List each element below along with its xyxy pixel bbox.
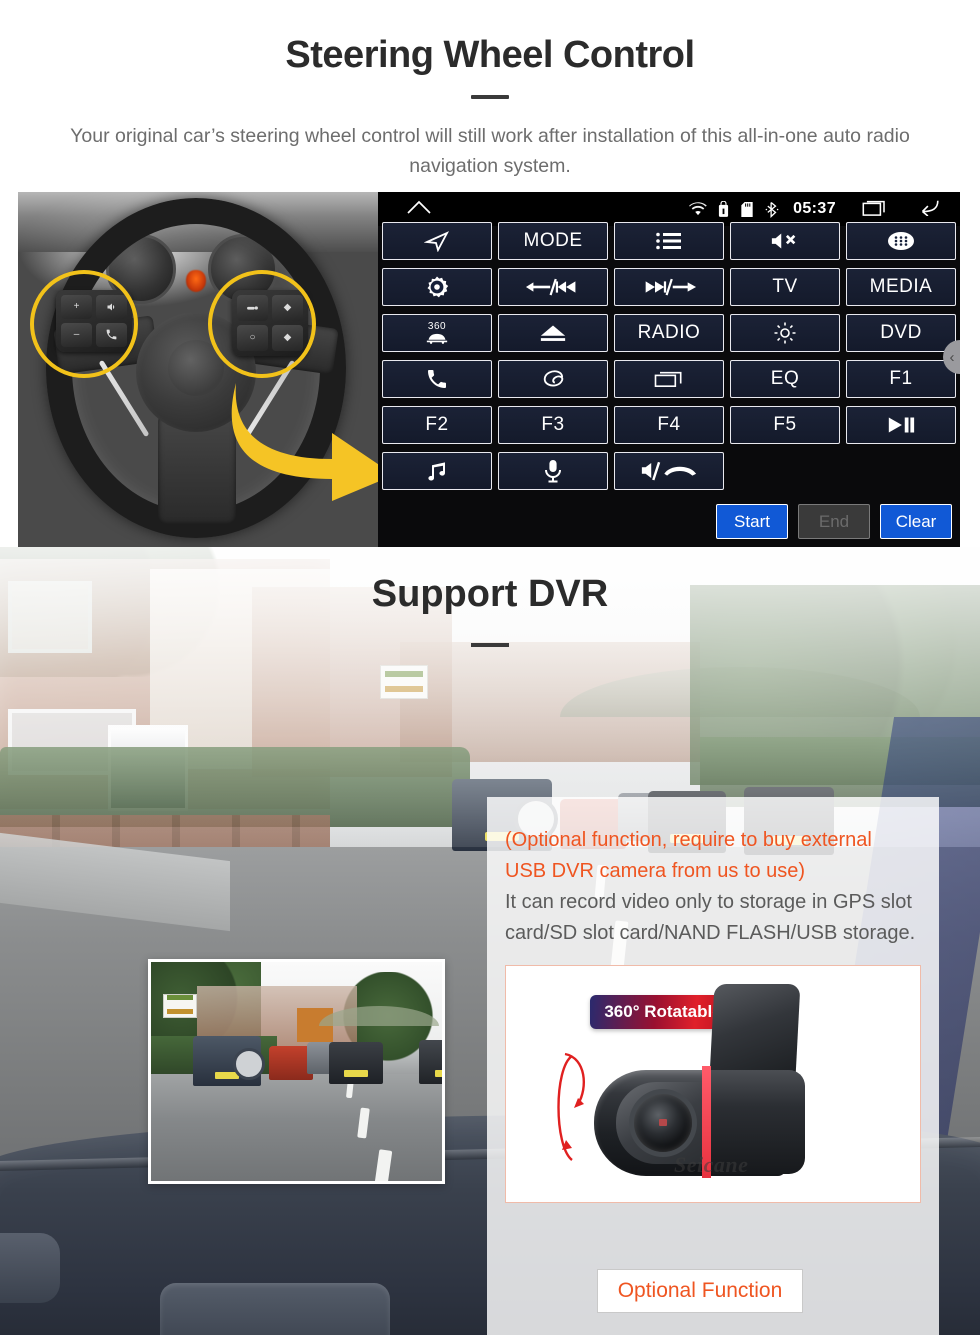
wifi-icon bbox=[689, 202, 707, 216]
grid-button-brightness[interactable] bbox=[730, 314, 840, 352]
dvr-section: Support DVR (Optional function, require … bbox=[0, 547, 980, 1335]
list-icon bbox=[656, 232, 681, 250]
dvr-description: It can record video only to storage in G… bbox=[505, 891, 916, 944]
screen-window-icon bbox=[654, 371, 682, 388]
swirl-icon bbox=[543, 370, 564, 387]
microphone-icon bbox=[545, 460, 561, 483]
grid-button-f5[interactable]: F5 bbox=[730, 406, 840, 444]
recents-icon[interactable] bbox=[862, 198, 888, 221]
head-unit-screen: 05:37 MODE TV MEDIA 360 RADIO DVD EQ F1 … bbox=[378, 192, 960, 547]
dvr-text-block: (Optional function, require to buy exter… bbox=[487, 797, 939, 949]
music-note-icon bbox=[428, 462, 445, 481]
car-360-icon: 360 bbox=[424, 322, 450, 344]
curved-arrow-icon bbox=[231, 383, 378, 501]
optional-function-button[interactable]: Optional Function bbox=[597, 1269, 803, 1313]
swc-media-band: + – ◆ ○ ◆ 05:37 MODE TV MEDIA 360 RADIO … bbox=[0, 192, 980, 547]
grid-button-eject[interactable] bbox=[498, 314, 608, 352]
grid-button-play-pause[interactable] bbox=[846, 406, 956, 444]
grid-button-phone[interactable] bbox=[382, 360, 492, 398]
previous-track-icon bbox=[525, 278, 576, 296]
volume-hangup-icon bbox=[641, 461, 697, 481]
grid-button-eq[interactable]: EQ bbox=[730, 360, 840, 398]
thumb-black-car bbox=[329, 1042, 383, 1084]
next-track-icon bbox=[645, 278, 697, 296]
grid-button-volume-hangup[interactable] bbox=[614, 452, 724, 490]
grid-button-empty-1 bbox=[730, 452, 840, 490]
bluetooth-icon bbox=[765, 201, 779, 218]
grid-button-screen[interactable] bbox=[614, 360, 724, 398]
grid-button-dvd[interactable]: DVD bbox=[846, 314, 956, 352]
start-button[interactable]: Start bbox=[716, 504, 788, 539]
grid-button-mode[interactable]: MODE bbox=[498, 222, 608, 260]
grid-button-f3[interactable]: F3 bbox=[498, 406, 608, 444]
highlight-circle-left bbox=[30, 270, 138, 378]
grid-button-mute[interactable] bbox=[730, 222, 840, 260]
phone-handset-icon bbox=[428, 370, 446, 388]
swc-learning-button-grid: MODE TV MEDIA 360 RADIO DVD EQ F1 F2 F3 … bbox=[378, 222, 960, 490]
grid-button-empty-2 bbox=[846, 452, 956, 490]
grid-button-voice[interactable] bbox=[498, 452, 608, 490]
page-title: Steering Wheel Control bbox=[285, 34, 695, 76]
product-feature-page: Steering Wheel Control Your original car… bbox=[0, 0, 980, 1335]
dvr-title-divider bbox=[471, 643, 509, 647]
grid-button-previous[interactable] bbox=[498, 268, 608, 306]
thumb-parked-suv bbox=[193, 1036, 265, 1086]
grid-button-radio[interactable]: RADIO bbox=[614, 314, 724, 352]
learning-action-bar: Start End Clear bbox=[716, 504, 952, 539]
grid-button-apps[interactable] bbox=[846, 222, 956, 260]
sd-card-icon bbox=[740, 201, 754, 218]
grid-button-tv[interactable]: TV bbox=[730, 268, 840, 306]
pointer-arrow bbox=[228, 377, 378, 502]
thumb-sign bbox=[163, 994, 197, 1018]
brand-logo: Seicane bbox=[674, 1152, 749, 1177]
android-status-bar: 05:37 bbox=[378, 192, 960, 226]
play-pause-icon bbox=[888, 417, 915, 433]
clock-time: 05:37 bbox=[793, 200, 836, 217]
steering-wheel-photo: + – ◆ ○ ◆ bbox=[18, 192, 378, 547]
end-button: End bbox=[798, 504, 870, 539]
grid-button-list[interactable] bbox=[614, 222, 724, 260]
thumb-oncoming-car bbox=[419, 1040, 442, 1084]
dashboard-panel bbox=[160, 1283, 390, 1335]
clear-button[interactable]: Clear bbox=[880, 504, 952, 539]
apps-grid-icon bbox=[888, 232, 914, 250]
grid-button-media[interactable]: MEDIA bbox=[846, 268, 956, 306]
home-icon[interactable] bbox=[406, 199, 432, 220]
grid-button-music[interactable] bbox=[382, 452, 492, 490]
dvr-camera-image: 360° Rotatable Seicane bbox=[505, 965, 921, 1203]
for-sale-sign bbox=[380, 665, 428, 699]
eject-icon bbox=[540, 325, 566, 341]
grid-button-power[interactable] bbox=[382, 268, 492, 306]
dashboard-panel-left bbox=[0, 1233, 60, 1303]
grid-button-f1[interactable]: F1 bbox=[846, 360, 956, 398]
dashcam-thumbnail bbox=[148, 959, 445, 1184]
camera-mount-arm bbox=[709, 984, 801, 1076]
grid-button-f2[interactable]: F2 bbox=[382, 406, 492, 444]
swc-header: Steering Wheel Control Your original car… bbox=[0, 0, 980, 181]
highlight-circle-right bbox=[208, 270, 316, 378]
back-icon[interactable] bbox=[914, 198, 940, 221]
dvr-optional-note: (Optional function, require to buy exter… bbox=[505, 829, 872, 882]
navigation-arrow-icon bbox=[424, 231, 450, 252]
camera-lens bbox=[634, 1094, 692, 1152]
dvr-info-panel: (Optional function, require to buy exter… bbox=[487, 797, 939, 1335]
battery-lock-icon bbox=[718, 200, 729, 218]
power-gear-icon bbox=[427, 276, 449, 298]
grid-button-camera360[interactable]: 360 bbox=[382, 314, 492, 352]
swc-subtitle: Your original car’s steering wheel contr… bbox=[70, 125, 910, 177]
brightness-sun-icon bbox=[774, 322, 796, 344]
thumb-road bbox=[151, 1074, 442, 1181]
grid-button-f4[interactable]: F4 bbox=[614, 406, 724, 444]
chevron-left-icon: ‹ bbox=[949, 348, 955, 366]
dvr-title: Support DVR bbox=[371, 573, 609, 615]
grid-button-swirl[interactable] bbox=[498, 360, 608, 398]
title-divider bbox=[471, 95, 509, 99]
mute-speaker-icon bbox=[771, 233, 796, 249]
grid-button-navigation[interactable] bbox=[382, 222, 492, 260]
grid-button-next[interactable] bbox=[614, 268, 724, 306]
